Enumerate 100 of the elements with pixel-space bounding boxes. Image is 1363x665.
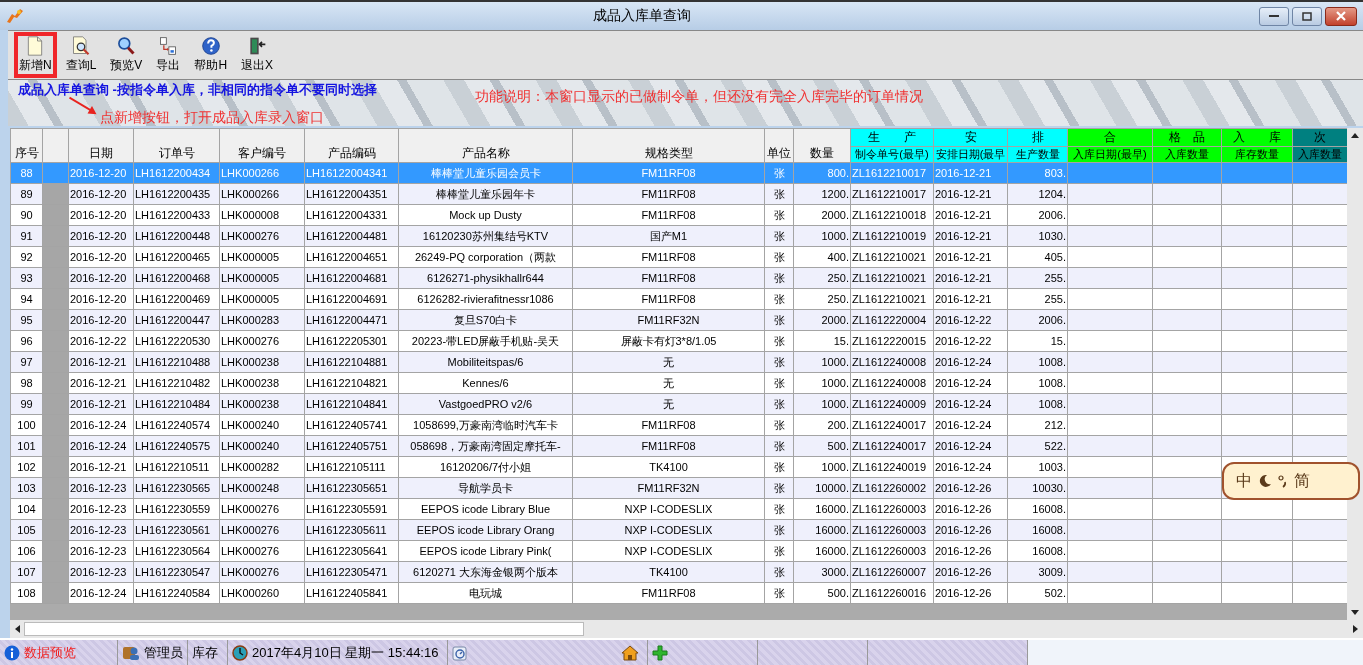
table-cell: 212. [1007,414,1068,436]
moon-icon[interactable] [1258,474,1272,488]
minimize-button[interactable] [1259,6,1289,26]
row-number-cell[interactable]: 91 [10,225,43,247]
table-cell: 6126282-rivierafitnessr1086 [398,288,573,310]
table-cell: LH1612210482 [133,372,220,394]
table-cell: 2006. [1007,204,1068,226]
row-number-cell[interactable]: 104 [10,498,43,520]
toolbar-button[interactable]: 新增N [14,32,57,78]
row-number-cell[interactable]: 89 [10,183,43,205]
table-cell: 2016-12-24 [933,414,1008,436]
horizontal-scrollbar[interactable] [10,620,1363,638]
column-group-header: 排 [1007,128,1068,147]
table-cell [1152,330,1222,352]
maximize-button[interactable] [1292,6,1322,26]
scroll-left-icon[interactable] [14,625,20,633]
table-cell: 2016-12-20 [68,288,134,310]
table-cell [1221,582,1293,604]
toolbar-button[interactable]: 导出 [151,32,186,78]
table-cell: LH1612200469 [133,288,220,310]
table-cell: 2016-12-24 [933,456,1008,478]
toolbar-button[interactable]: 帮助H [189,32,233,78]
table-cell: 15. [1007,330,1068,352]
table-cell: 2016-12-23 [68,540,134,562]
table-cell: ZL1612260003 [850,498,934,520]
row-number-cell[interactable]: 93 [10,267,43,289]
input-method-bar[interactable]: 中 简 [1222,462,1360,500]
table-cell [1152,204,1222,226]
table-cell: 张 [764,288,794,310]
table-cell: LH1612220530 [133,330,220,352]
table-cell: 15. [793,330,851,352]
table-cell: LHK000008 [219,204,305,226]
table-cell: LH1612240584 [133,582,220,604]
column-header[interactable]: 单位 [764,128,794,163]
scroll-down-icon[interactable] [1351,610,1359,616]
row-number-cell[interactable]: 92 [10,246,43,268]
table-cell: 张 [764,456,794,478]
row-number-cell[interactable]: 103 [10,477,43,499]
row-number-cell[interactable]: 96 [10,330,43,352]
row-number-cell[interactable]: 99 [10,393,43,415]
toolbar-button[interactable]: 退出X [236,32,279,78]
table-cell: LH1612230559 [133,498,220,520]
toolbar-button[interactable]: 预览V [105,32,148,78]
scroll-up-icon[interactable] [1351,132,1359,138]
punctuation-icon[interactable] [1278,474,1288,488]
column-header[interactable]: 数量 [793,128,851,163]
table-cell: 2016-12-26 [933,582,1008,604]
row-number-cell[interactable]: 100 [10,414,43,436]
table-cell: FM11RF08 [572,204,765,226]
table-cell: ZL1612210021 [850,246,934,268]
close-button[interactable] [1325,6,1357,26]
row-number-cell[interactable]: 98 [10,372,43,394]
table-cell: ZL1612220015 [850,330,934,352]
table-cell: LH16122004651 [304,246,399,268]
status-text: 库存 [192,643,218,662]
column-header[interactable]: 客户编号 [219,128,305,163]
vertical-scrollbar[interactable] [1347,128,1363,620]
table-cell: 张 [764,204,794,226]
row-number-cell[interactable]: 108 [10,582,43,604]
script-toggle[interactable]: 简 [1294,470,1310,492]
table-cell: 无 [572,372,765,394]
column-header[interactable]: 产品编码 [304,128,399,163]
table-cell: 26249-PQ corporation（两款 [398,246,573,268]
table-cell: LHK000260 [219,582,305,604]
row-number-cell[interactable]: 106 [10,540,43,562]
row-number-cell[interactable]: 101 [10,435,43,457]
document-search-icon [70,36,92,56]
table-cell [1152,372,1222,394]
table-cell: LH16122104821 [304,372,399,394]
scroll-right-icon[interactable] [1353,625,1359,633]
table-cell: LH16122305641 [304,540,399,562]
toolbar-button[interactable]: 查询L [60,32,102,78]
row-number-cell[interactable]: 102 [10,456,43,478]
home-icon[interactable] [621,644,639,661]
table-cell [1152,246,1222,268]
column-header[interactable]: 产品名称 [398,128,573,163]
column-header[interactable]: 日期 [68,128,134,163]
column-group-header: 次 [1292,128,1348,147]
table-cell [1221,288,1293,310]
table-cell: 张 [764,540,794,562]
input-mode-toggle[interactable]: 中 [1236,470,1252,492]
table-cell [1221,330,1293,352]
table-cell: LHK000282 [219,456,305,478]
add-icon[interactable] [652,644,668,661]
column-header[interactable]: 规格类型 [572,128,765,163]
row-number-cell[interactable]: 95 [10,309,43,331]
column-header[interactable]: 订单号 [133,128,220,163]
column-header[interactable]: 序号 [10,128,43,163]
table-cell: LH1612210511 [133,456,220,478]
table-cell: LHK000238 [219,372,305,394]
column-group-header: 入 库 [1221,128,1293,147]
app-icon [6,8,24,24]
table-cell [1221,540,1293,562]
table-cell: 1003. [1007,456,1068,478]
row-number-cell[interactable]: 94 [10,288,43,310]
table-cell: 400. [793,246,851,268]
row-number-cell[interactable]: 90 [10,204,43,226]
row-number-cell[interactable]: 105 [10,519,43,541]
row-number-cell[interactable]: 97 [10,351,43,373]
row-number-cell[interactable]: 107 [10,561,43,583]
